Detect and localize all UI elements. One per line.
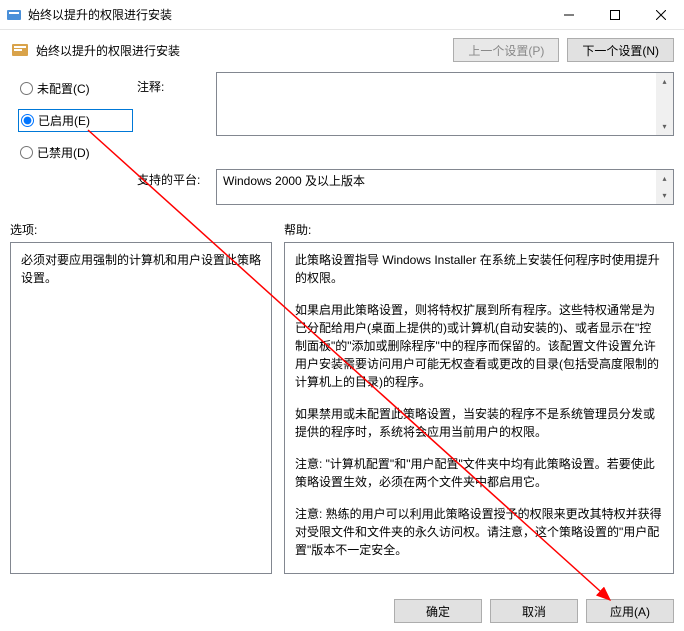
- help-paragraph: 如果禁用或未配置此策略设置，当安装的程序不是系统管理员分发或提供的程序时，系统将…: [295, 405, 663, 441]
- close-button[interactable]: [638, 0, 684, 30]
- platform-box: Windows 2000 及以上版本 ▴ ▾: [216, 169, 674, 205]
- minimize-button[interactable]: [546, 0, 592, 30]
- platform-label: 支持的平台:: [137, 163, 212, 188]
- next-setting-button[interactable]: 下一个设置(N): [567, 38, 674, 62]
- notes-label: 注释:: [137, 72, 212, 95]
- scroll-down-icon[interactable]: ▾: [656, 118, 673, 135]
- radio-not-configured-label: 未配置(C): [37, 80, 90, 97]
- radio-enabled-input[interactable]: [21, 114, 34, 127]
- radio-not-configured[interactable]: 未配置(C): [18, 78, 133, 99]
- titlebar: 始终以提升的权限进行安装: [0, 0, 684, 30]
- scrollbar[interactable]: ▴ ▾: [656, 170, 673, 204]
- window-title: 始终以提升的权限进行安装: [28, 6, 546, 23]
- dialog-footer: 确定 取消 应用(A): [394, 599, 674, 623]
- radio-not-configured-input[interactable]: [20, 82, 33, 95]
- state-radio-group: 未配置(C) 已启用(E) 已禁用(D): [18, 72, 133, 163]
- help-paragraph: 此策略设置指导 Windows Installer 在系统上安装任何程序时使用提…: [295, 251, 663, 287]
- header-row: 始终以提升的权限进行安装 上一个设置(P) 下一个设置(N): [0, 30, 684, 72]
- cancel-button[interactable]: 取消: [490, 599, 578, 623]
- radio-disabled[interactable]: 已禁用(D): [18, 142, 133, 163]
- maximize-button[interactable]: [592, 0, 638, 30]
- ok-button[interactable]: 确定: [394, 599, 482, 623]
- notes-textarea[interactable]: ▴ ▾: [216, 72, 674, 136]
- app-icon: [6, 7, 22, 23]
- help-label: 帮助:: [284, 221, 674, 238]
- radio-enabled[interactable]: 已启用(E): [18, 109, 133, 132]
- scroll-up-icon[interactable]: ▴: [656, 73, 673, 90]
- help-paragraph: 注意: 熟练的用户可以利用此策略设置授予的权限来更改其特权并获得对受限文件和文件…: [295, 505, 663, 559]
- scroll-down-icon[interactable]: ▾: [656, 187, 673, 204]
- help-paragraph: 如果启用此策略设置，则将特权扩展到所有程序。这些特权通常是为已分配给用户(桌面上…: [295, 301, 663, 391]
- policy-icon: [10, 40, 30, 60]
- radio-disabled-input[interactable]: [20, 146, 33, 159]
- radio-enabled-label: 已启用(E): [38, 112, 90, 129]
- header-title: 始终以提升的权限进行安装: [36, 42, 453, 59]
- help-pane: 此策略设置指导 Windows Installer 在系统上安装任何程序时使用提…: [284, 242, 674, 574]
- options-label: 选项:: [10, 221, 272, 238]
- options-pane: 必须对要应用强制的计算机和用户设置此策略设置。: [10, 242, 272, 574]
- scrollbar[interactable]: ▴ ▾: [656, 73, 673, 135]
- platform-text: Windows 2000 及以上版本: [223, 174, 365, 188]
- options-text: 必须对要应用强制的计算机和用户设置此策略设置。: [21, 253, 261, 285]
- apply-button[interactable]: 应用(A): [586, 599, 674, 623]
- window-controls: [546, 0, 684, 30]
- help-paragraph: 注意: "计算机配置"和"用户配置"文件夹中均有此策略设置。若要使此策略设置生效…: [295, 455, 663, 491]
- scroll-up-icon[interactable]: ▴: [656, 170, 673, 187]
- previous-setting-button[interactable]: 上一个设置(P): [453, 38, 559, 62]
- radio-disabled-label: 已禁用(D): [37, 144, 90, 161]
